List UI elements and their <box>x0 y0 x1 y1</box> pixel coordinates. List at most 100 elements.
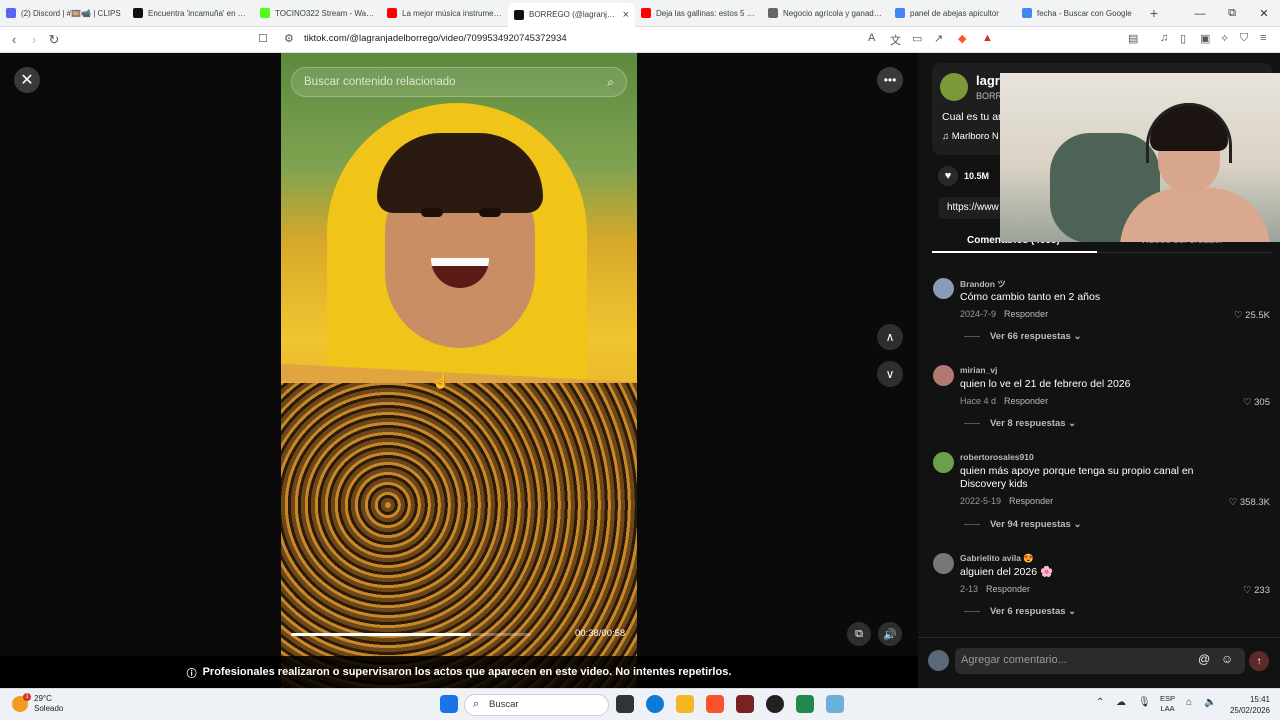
tab-strip: (2) Discord | #🎞️📹 | CLIPS Encuentra 'inc… <box>0 0 1143 27</box>
bookmark-icon[interactable]: ☐ <box>258 32 268 45</box>
comment-user[interactable]: mirian_vj <box>960 365 997 375</box>
back-icon[interactable]: ‹ <box>4 32 24 47</box>
brave-shield-icon[interactable]: ◆ <box>958 32 966 45</box>
heart-outline-icon: ♡ <box>1228 497 1240 508</box>
windows-taskbar: 1 29°C Soleado ⌕ Buscar ⌃ ☁ 🎙 ESP LAA ⌂ … <box>0 688 1280 720</box>
related-search-input[interactable]: Buscar contenido relacionado ⌕ <box>291 67 627 97</box>
vpn-icon[interactable]: ⛉ <box>1240 32 1248 45</box>
video-player[interactable]: Buscar contenido relacionado ⌕ 00:38/00:… <box>281 53 637 688</box>
app-icon[interactable] <box>826 695 844 713</box>
avatar[interactable] <box>933 553 954 574</box>
reply-button[interactable]: Responder <box>986 584 1030 594</box>
close-icon[interactable]: ✕ <box>14 67 40 93</box>
excel-icon[interactable] <box>796 695 814 713</box>
speaker-icon[interactable]: 🔈 <box>1204 697 1216 708</box>
like-count: 10.5M <box>964 171 990 181</box>
obs-icon[interactable] <box>766 695 784 713</box>
volume-icon[interactable]: 🔊 <box>878 622 902 646</box>
extensions-icon[interactable]: ✧ <box>1220 32 1229 45</box>
avatar[interactable] <box>933 278 954 299</box>
comment-user[interactable]: robertorosales910 <box>960 452 1034 462</box>
start-icon[interactable] <box>440 695 458 713</box>
heart-outline-icon: ♡ <box>1234 310 1246 321</box>
browser-tab[interactable]: BORREGO (@lagranjadelborrego) × <box>508 2 635 27</box>
edge-icon[interactable] <box>646 695 664 713</box>
language-indicator[interactable]: ESP LAA <box>1160 694 1175 714</box>
browser-tab[interactable]: (2) Discord | #🎞️📹 | CLIPS <box>0 0 127 27</box>
browser-tab[interactable]: Negocio agrícola y ganadero <box>762 0 889 27</box>
translate-icon[interactable]: A <box>868 32 875 44</box>
media-icon[interactable]: ♫ <box>1160 32 1168 44</box>
heart-icon[interactable]: ♥ <box>938 166 958 186</box>
send-icon[interactable]: ↑ <box>1249 651 1269 671</box>
brave-icon[interactable] <box>706 695 724 713</box>
view-replies-button[interactable]: Ver 94 respuestas ⌄ <box>964 519 1081 530</box>
browser-tab[interactable]: fecha - Buscar con Google <box>1016 0 1143 27</box>
browser-tab[interactable]: La mejor música instrumental <box>381 0 508 27</box>
reply-button[interactable]: Responder <box>1009 496 1053 506</box>
wallet-icon[interactable]: ▣ <box>1200 32 1210 45</box>
author-avatar[interactable] <box>940 73 968 101</box>
search-icon[interactable]: ⌕ <box>607 75 614 90</box>
comment-user[interactable]: Gabrielito avila 😍 <box>960 553 1034 564</box>
language-icon[interactable]: 文 <box>890 32 901 48</box>
comment-like[interactable]: ♡ 358.3K <box>1229 497 1270 508</box>
sidebar-icon[interactable]: ▤ <box>1128 32 1138 45</box>
comment-text: quien lo ve el 21 de febrero del 2026 <box>960 378 1131 390</box>
browser-tab[interactable]: panel de abejas apicultor <box>889 0 1016 27</box>
file-explorer-icon[interactable] <box>676 695 694 713</box>
tray-chevron-icon[interactable]: ⌃ <box>1096 697 1104 708</box>
maximize-button[interactable]: ⧉ <box>1216 0 1248 27</box>
browser-tab[interactable]: Encuentra 'incamuña' en TikTok <box>127 0 254 27</box>
music-link[interactable]: ♫ Marlboro N <box>942 131 999 142</box>
more-options-icon[interactable]: ••• <box>877 67 903 93</box>
author-name[interactable]: lagr <box>976 73 1000 88</box>
emoji-icon[interactable]: ☺ <box>1221 652 1233 666</box>
system-clock[interactable]: 15:41 25/02/2026 <box>1225 694 1270 716</box>
browser-tab[interactable]: Deja las gallinas: estos 5 animales <box>635 0 762 27</box>
tab-close-icon[interactable]: × <box>623 9 629 21</box>
reload-icon[interactable]: ↻ <box>44 32 64 48</box>
picture-in-picture-icon[interactable]: ⧉ <box>847 622 871 646</box>
comment-like[interactable]: ♡ 25.5K <box>1234 310 1270 321</box>
task-view-icon[interactable] <box>616 695 634 713</box>
minimize-button[interactable]: — <box>1184 0 1216 27</box>
url-field[interactable]: tiktok.com/@lagranjadelborrego/video/709… <box>304 33 567 44</box>
reply-button[interactable]: Responder <box>1004 309 1048 319</box>
video-progress-bar[interactable] <box>291 633 531 636</box>
close-window-button[interactable]: ✕ <box>1248 0 1280 27</box>
app-icon[interactable] <box>736 695 754 713</box>
reply-button[interactable]: Responder <box>1004 396 1048 406</box>
network-icon[interactable]: ☁ <box>1116 697 1126 708</box>
browser-tab[interactable]: TOCINO322 Stream - Watch <box>254 0 381 27</box>
panel-icon[interactable]: ▯ <box>1180 32 1186 45</box>
tab-favicon-icon <box>133 8 143 18</box>
comment-like[interactable]: ♡ 233 <box>1243 585 1270 596</box>
weather-widget[interactable]: 1 29°C Soleado <box>12 693 63 714</box>
share-icon[interactable]: ↗ <box>934 32 943 45</box>
avatar[interactable] <box>933 365 954 386</box>
brave-rewards-icon[interactable]: ▲ <box>982 32 993 44</box>
comment-user[interactable]: Brandon ツ <box>960 278 1006 290</box>
tab-active-underline <box>932 251 1097 253</box>
view-replies-button[interactable]: Ver 66 respuestas ⌄ <box>964 331 1081 342</box>
new-tab-button[interactable]: + <box>1143 5 1165 21</box>
forward-icon[interactable]: › <box>24 32 44 47</box>
site-info-icon[interactable]: ⚙ <box>284 32 294 45</box>
tab-favicon-icon <box>1022 8 1032 18</box>
cast-icon[interactable]: ▭ <box>912 32 922 45</box>
wifi-icon[interactable]: ⌂ <box>1186 697 1192 708</box>
mention-icon[interactable]: @ <box>1198 652 1210 666</box>
view-replies-button[interactable]: Ver 8 respuestas ⌄ <box>964 418 1076 429</box>
taskbar-search-input[interactable]: ⌕ Buscar <box>464 694 609 716</box>
tab-title: fecha - Buscar con Google <box>1037 8 1132 18</box>
comment-like[interactable]: ♡ 305 <box>1243 397 1270 408</box>
next-video-icon[interactable]: ∨ <box>877 361 903 387</box>
heart-outline-icon: ♡ <box>1242 585 1255 596</box>
disclaimer-text: Profesionales realizaron o supervisaron … <box>202 666 732 678</box>
menu-icon[interactable]: ≡ <box>1260 32 1266 44</box>
microphone-icon[interactable]: 🎙 <box>1138 697 1151 708</box>
previous-video-icon[interactable]: ∧ <box>877 324 903 350</box>
avatar[interactable] <box>933 452 954 473</box>
view-replies-button[interactable]: Ver 6 respuestas ⌄ <box>964 606 1076 617</box>
